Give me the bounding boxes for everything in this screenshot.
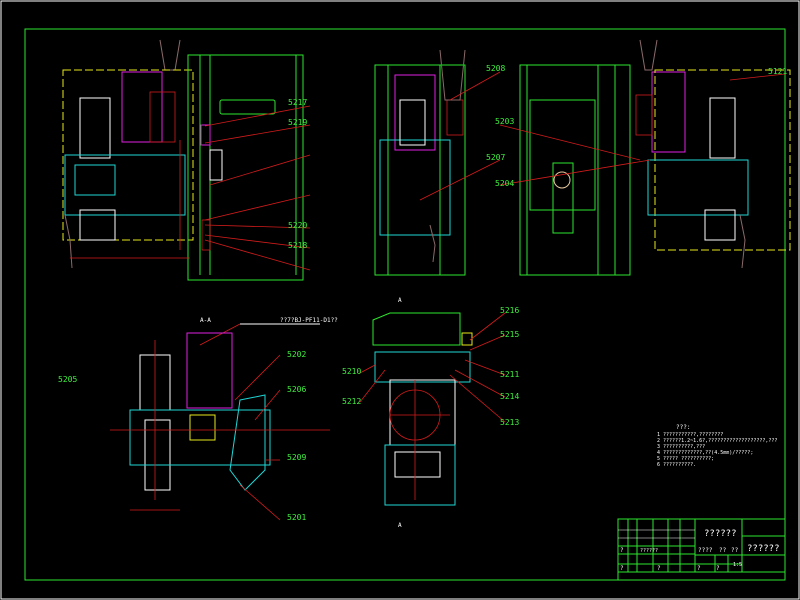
label-5204: 5204 [495,179,514,188]
notes-title: ???: [676,424,690,431]
label-5210: 5210 [342,367,361,376]
label-5219: 5219 [288,118,307,127]
label-5208: 5208 [486,64,505,73]
technical-notes: ???: 1 ???????????,???????? 2 ??????1.2~… [657,424,777,468]
tb-cell: ? [716,565,720,572]
top-middle-view: 5208 5207 [374,49,505,276]
top-left-view: 5217 5219 5220 5218 [62,39,311,281]
label-5121: 5121 [768,67,787,76]
company-name: ?????? [747,544,780,554]
label-5213: 5213 [500,418,519,427]
tb-cell: ?? [731,547,739,554]
section-title: A-A [200,317,211,324]
cad-drawing: 5217 5219 5220 5218 5208 5207 5203 5204 … [0,0,800,600]
tb-cell: ? [697,565,701,572]
label-5214: 5214 [500,392,519,401]
label-5216: 5216 [500,306,519,315]
note-6: 6 ??????????. [657,462,696,468]
label-5212: 5212 [342,397,361,406]
label-5201: 5201 [287,513,306,522]
section-marker-bottom: A [398,522,402,529]
label-5207: 5207 [486,153,505,162]
tb-cell: ? [620,565,624,572]
label-5220: 5220 [288,221,307,230]
label-5203: 5203 [495,117,514,126]
label-5211: 5211 [500,370,519,379]
label-5209: 5209 [287,453,306,462]
motor-label: ??7?BJ-PF11-D1?? [280,317,338,324]
tb-cell: ???? [698,547,713,554]
tb-cell: ? [657,565,661,572]
title-block: ?????? ?????? ???? ?? ?? 1:5 ? ? ? ? ? ?… [617,518,786,581]
label-5217: 5217 [288,98,307,107]
drawing-frame [24,28,786,581]
scale-cell: 1:5 [733,562,742,568]
tb-cell: ?????? [640,548,658,554]
tb-cell: ? [620,547,624,554]
section-right-view: A A 5216 5215 5211 5214 5213 5210 5212 [342,297,519,529]
top-right-view: 5203 5204 5121 [495,39,791,276]
tb-cell: ?? [719,547,727,554]
drawing-name: ?????? [704,529,737,539]
section-a-a-view: A-A ??7?BJ-PF11-D1?? 5202 5206 5209 5201… [58,317,338,522]
label-5215: 5215 [500,330,519,339]
section-marker-top: A [398,297,402,304]
label-5202: 5202 [287,350,306,359]
label-5206: 5206 [287,385,306,394]
label-5218: 5218 [288,241,307,250]
label-5205: 5205 [58,375,77,384]
